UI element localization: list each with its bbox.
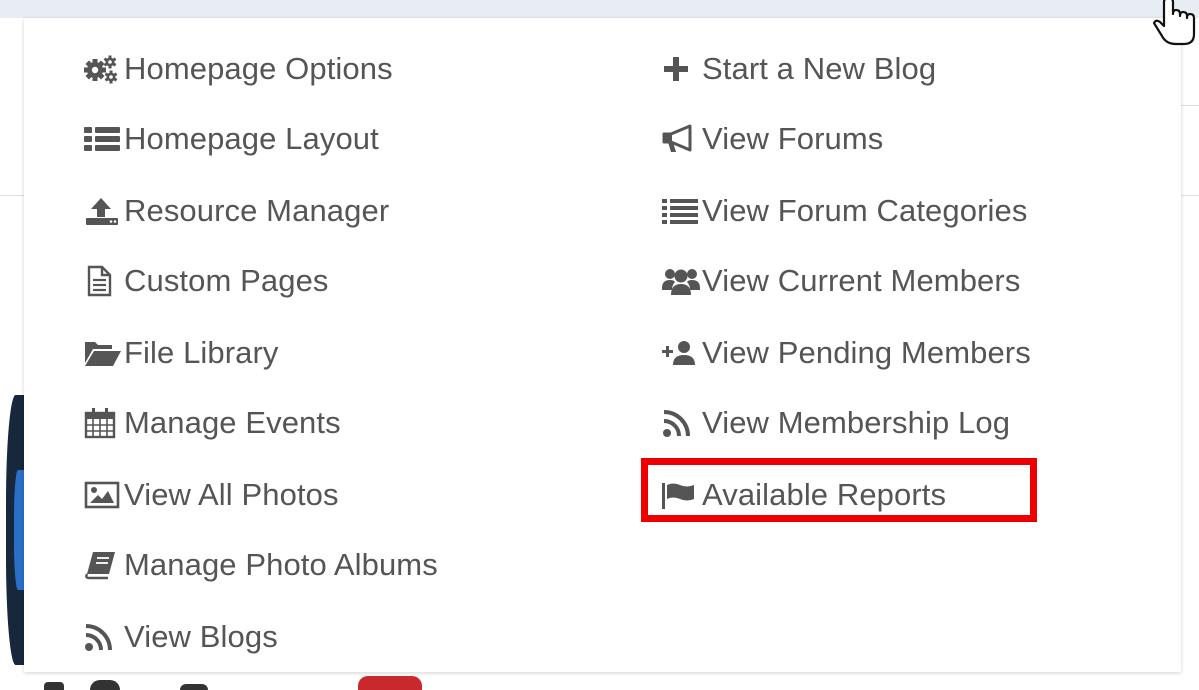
menu-item-custom-pages[interactable]: Custom Pages bbox=[84, 257, 544, 305]
highlight-box bbox=[641, 458, 1037, 522]
calendar-icon bbox=[84, 399, 124, 447]
menu-item-label: Homepage Options bbox=[124, 51, 393, 86]
menu-item-label: Homepage Layout bbox=[124, 121, 379, 156]
user-plus-icon bbox=[662, 329, 702, 377]
menu-item-label: Manage Events bbox=[124, 405, 341, 440]
menu-item-homepage-options[interactable]: Homepage Options bbox=[84, 45, 544, 93]
menu-item-view-forum-categories[interactable]: View Forum Categories bbox=[662, 187, 1122, 235]
menu-item-label: View Current Members bbox=[702, 263, 1021, 298]
menu-item-label: File Library bbox=[124, 335, 279, 370]
menu-item-view-forums[interactable]: View Forums bbox=[662, 115, 1122, 163]
list-icon bbox=[84, 115, 124, 163]
page-divider bbox=[1181, 105, 1199, 106]
menu-item-resource-manager[interactable]: Resource Manager bbox=[84, 187, 544, 235]
menu-item-homepage-layout[interactable]: Homepage Layout bbox=[84, 115, 544, 163]
menu-item-label: View Membership Log bbox=[702, 405, 1011, 440]
page-divider bbox=[1181, 195, 1199, 196]
menu-item-label: View Forum Categories bbox=[702, 193, 1028, 228]
file-text-icon bbox=[84, 257, 124, 305]
folder-open-icon bbox=[84, 329, 124, 377]
menu-item-label: Resource Manager bbox=[124, 193, 390, 228]
bullhorn-icon bbox=[662, 115, 702, 163]
upload-icon bbox=[84, 187, 124, 235]
menu-item-view-membership-log[interactable]: View Membership Log bbox=[662, 399, 1122, 447]
gears-icon bbox=[84, 45, 124, 93]
menu-item-label: Manage Photo Albums bbox=[124, 547, 438, 582]
background-image-fragment bbox=[90, 680, 120, 690]
rss-icon bbox=[84, 613, 124, 661]
hand-cursor-icon bbox=[1150, 0, 1199, 50]
book-icon bbox=[84, 541, 124, 589]
menu-item-view-blogs[interactable]: View Blogs bbox=[84, 613, 544, 661]
menu-item-label: Custom Pages bbox=[124, 263, 329, 298]
menu-item-label: View Blogs bbox=[124, 619, 278, 654]
page-divider bbox=[0, 195, 24, 196]
list-lines-icon bbox=[662, 187, 702, 235]
menu-item-label: View All Photos bbox=[124, 477, 339, 512]
background-image-fragment bbox=[180, 684, 208, 690]
menu-item-manage-photo-albums[interactable]: Manage Photo Albums bbox=[84, 541, 544, 589]
rss-icon bbox=[662, 399, 702, 447]
background-image-fragment bbox=[14, 470, 24, 590]
users-icon bbox=[662, 257, 702, 305]
menu-item-start-new-blog[interactable]: Start a New Blog bbox=[662, 45, 1122, 93]
image-icon bbox=[84, 471, 124, 519]
menu-item-file-library[interactable]: File Library bbox=[84, 329, 544, 377]
menu-item-view-all-photos[interactable]: View All Photos bbox=[84, 471, 544, 519]
admin-dropdown-menu: Homepage Options Homepage Layout Resourc… bbox=[24, 18, 1181, 672]
plus-icon bbox=[662, 45, 702, 93]
page-header-background bbox=[0, 0, 1199, 18]
background-image-fragment bbox=[44, 682, 64, 690]
menu-item-manage-events[interactable]: Manage Events bbox=[84, 399, 544, 447]
menu-item-view-current-members[interactable]: View Current Members bbox=[662, 257, 1122, 305]
menu-item-label: View Pending Members bbox=[702, 335, 1031, 370]
background-image-fragment bbox=[358, 676, 422, 690]
menu-item-label: View Forums bbox=[702, 121, 884, 156]
menu-item-view-pending-members[interactable]: View Pending Members bbox=[662, 329, 1122, 377]
page-right-background bbox=[1181, 18, 1199, 690]
menu-item-label: Start a New Blog bbox=[702, 51, 937, 86]
